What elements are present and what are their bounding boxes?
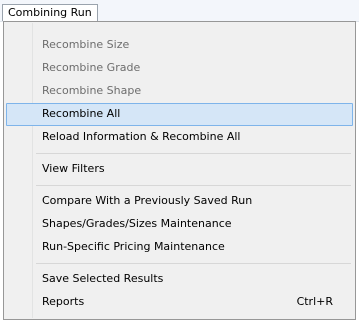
menu-item-reports[interactable]: Reports Ctrl+R [6,291,353,314]
menu-item-label: Recombine Size [42,38,130,51]
menu-item-label: Compare With a Previously Saved Run [42,194,253,207]
menu-item-recombine-shape[interactable]: Recombine Shape [6,80,353,103]
menu-item-shapes-grades-sizes-maintenance[interactable]: Shapes/Grades/Sizes Maintenance [6,213,353,236]
menu-separator [6,181,353,190]
menu-item-label: Recombine All [42,107,121,120]
menu-item-label: Shapes/Grades/Sizes Maintenance [42,217,232,230]
menu-separator [6,149,353,158]
menu-item-label: Recombine Grade [42,61,141,74]
menu-item-label: Save Selected Results [42,272,164,285]
menu-item-recombine-grade[interactable]: Recombine Grade [6,57,353,80]
menu-item-run-specific-pricing-maintenance[interactable]: Run-Specific Pricing Maintenance [6,236,353,259]
menu-item-recombine-all[interactable]: Recombine All [6,103,353,126]
menu-list: Recombine Size Recombine Grade Recombine… [6,34,353,314]
menu-item-recombine-size[interactable]: Recombine Size [6,34,353,57]
menu-item-reload-recombine-all[interactable]: Reload Information & Recombine All [6,126,353,149]
combining-run-dropdown-menu: Recombine Size Recombine Grade Recombine… [3,21,356,320]
menu-item-label: Reports [42,295,85,308]
menu-item-label: View Filters [42,162,105,175]
menu-separator [6,259,353,268]
menu-item-label: Run-Specific Pricing Maintenance [42,240,225,253]
menu-item-shortcut: Ctrl+R [296,295,333,308]
menu-item-label: Reload Information & Recombine All [42,130,241,143]
menu-item-compare-saved-run[interactable]: Compare With a Previously Saved Run [6,190,353,213]
menu-bar: Combining Run [0,0,359,22]
menu-item-view-filters[interactable]: View Filters [6,158,353,181]
menu-item-save-selected-results[interactable]: Save Selected Results [6,268,353,291]
menu-combining-run[interactable]: Combining Run [2,4,98,21]
menu-item-label: Recombine Shape [42,84,142,97]
